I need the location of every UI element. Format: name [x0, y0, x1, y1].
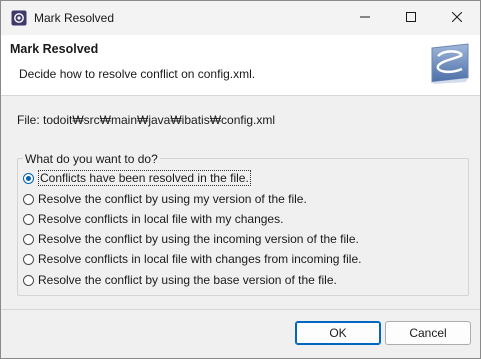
minimize-button[interactable]: [342, 1, 388, 35]
mark-resolved-dialog: Mark Resolved Mark Resolved Decide how t…: [0, 0, 481, 359]
close-button[interactable]: [434, 1, 480, 35]
radio-option-local-my-changes[interactable]: Resolve conflicts in local file with my …: [23, 210, 283, 228]
radio-button[interactable]: [23, 253, 34, 265]
eclipse-window-icon: [11, 10, 27, 26]
close-icon: [451, 11, 463, 25]
radio-option-local-incoming-changes[interactable]: Resolve conflicts in local file with cha…: [23, 250, 361, 268]
radio-label: Resolve the conflict by using the incomi…: [38, 232, 359, 246]
radio-button-selected[interactable]: [23, 172, 34, 184]
ok-button[interactable]: OK: [295, 321, 381, 345]
radio-label: Resolve conflicts in local file with my …: [38, 212, 284, 226]
radio-label: Conflicts have been resolved in the file…: [38, 170, 251, 186]
radio-option-base-version[interactable]: Resolve the conflict by using the base v…: [23, 271, 337, 289]
radio-button[interactable]: [23, 193, 34, 205]
radio-label: Resolve the conflict by using my version…: [38, 192, 307, 206]
title-bar[interactable]: Mark Resolved: [1, 1, 480, 35]
maximize-icon: [406, 11, 416, 25]
radio-label: Resolve the conflict by using the base v…: [38, 273, 337, 287]
radio-button[interactable]: [23, 213, 34, 225]
button-bar-separator: [1, 309, 480, 310]
radio-option-incoming-version[interactable]: Resolve the conflict by using the incomi…: [23, 230, 359, 248]
banner-description: Decide how to resolve conflict on config…: [19, 67, 256, 81]
header-banner: Mark Resolved Decide how to resolve conf…: [1, 35, 480, 96]
radio-button[interactable]: [23, 233, 34, 245]
maximize-button[interactable]: [388, 1, 434, 35]
subversive-logo-icon: [428, 42, 472, 84]
banner-title: Mark Resolved: [10, 42, 99, 56]
radio-option-resolved[interactable]: Conflicts have been resolved in the file…: [23, 169, 251, 187]
group-title: What do you want to do?: [23, 152, 160, 166]
radio-label: Resolve conflicts in local file with cha…: [38, 252, 362, 266]
minimize-icon: [360, 11, 370, 25]
cancel-button[interactable]: Cancel: [385, 321, 471, 345]
radio-button[interactable]: [23, 274, 34, 286]
window-title: Mark Resolved: [34, 11, 115, 25]
file-path-label: File: todoit₩src₩main₩java₩ibatis₩config…: [17, 113, 276, 127]
radio-option-my-version[interactable]: Resolve the conflict by using my version…: [23, 190, 307, 208]
